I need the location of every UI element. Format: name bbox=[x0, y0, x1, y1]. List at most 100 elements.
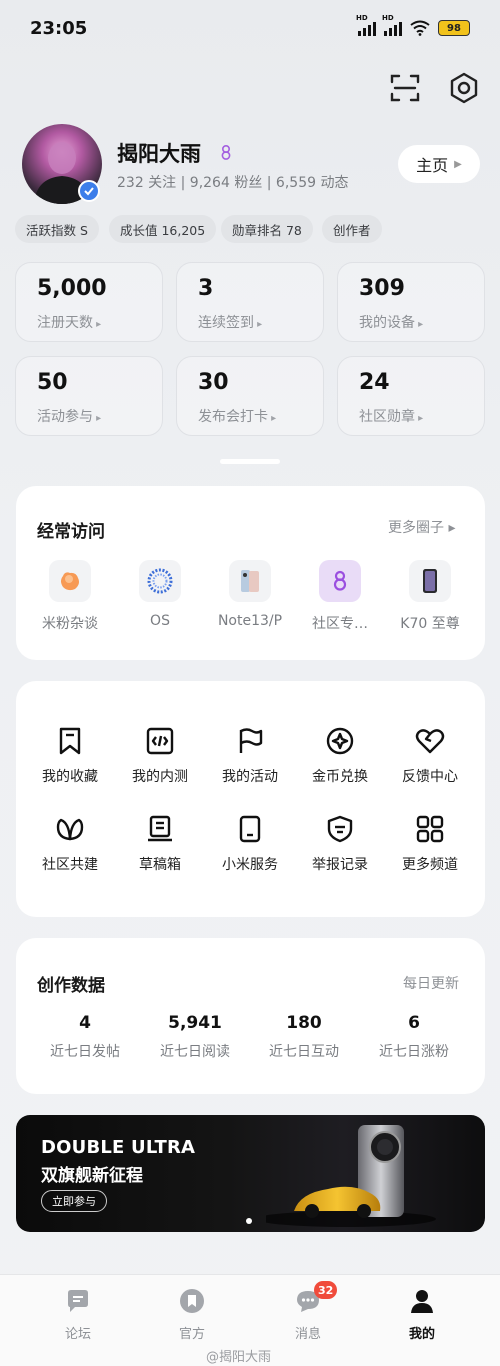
draft-icon bbox=[143, 812, 177, 846]
creation-label: 近七日发帖 bbox=[50, 1044, 120, 1060]
functions-card bbox=[16, 681, 485, 917]
creation-value: 6 bbox=[408, 1013, 420, 1033]
scan-button[interactable] bbox=[387, 70, 423, 106]
k70-phone-icon bbox=[409, 560, 451, 602]
forum-icon bbox=[64, 1287, 92, 1315]
nav-label: 我的 bbox=[408, 1327, 435, 1342]
fn-feedback[interactable]: 反馈中心 bbox=[385, 724, 475, 786]
circle-label: OS bbox=[150, 613, 170, 629]
nav-mine[interactable]: 我的 bbox=[382, 1287, 462, 1342]
fn-community-build[interactable]: 社区共建 bbox=[25, 812, 115, 874]
level-icon bbox=[221, 144, 231, 160]
nav-official[interactable]: 官方 bbox=[152, 1287, 232, 1342]
fn-label: 反馈中心 bbox=[402, 769, 458, 785]
scan-icon bbox=[390, 74, 420, 102]
creation-interactions[interactable]: 180 近七日互动 bbox=[249, 1013, 359, 1061]
frequent-visits-title: 经常访问 bbox=[37, 522, 105, 542]
fn-label: 我的内测 bbox=[132, 769, 188, 785]
follow-counts[interactable]: 232 关注 | 9,264 粉丝 | 6,559 动态 bbox=[117, 172, 348, 192]
stat-label: 活动参与 bbox=[37, 406, 101, 426]
signal-icon: HD bbox=[356, 14, 376, 36]
coin-icon bbox=[323, 724, 357, 758]
creation-followers[interactable]: 6 近七日涨粉 bbox=[359, 1013, 469, 1061]
stat-medals[interactable]: 24 社区勋章 bbox=[337, 356, 485, 436]
banner-product-image bbox=[266, 1125, 436, 1227]
circle-label: 社区专… bbox=[312, 616, 368, 632]
battery-icon: 98 bbox=[438, 20, 470, 36]
stat-value: 30 bbox=[198, 370, 229, 395]
banner-headline: DOUBLE ULTRA bbox=[41, 1137, 196, 1158]
tag-activity[interactable]: 活跃指数 S bbox=[15, 215, 99, 243]
signal-icon-2: HD bbox=[382, 14, 402, 36]
home-button[interactable]: 主页 ▶ bbox=[398, 145, 480, 183]
promo-banner[interactable]: DOUBLE ULTRA 双旗舰新征程 立即参与 bbox=[16, 1115, 485, 1232]
community-icon bbox=[319, 560, 361, 602]
creation-posts[interactable]: 4 近七日发帖 bbox=[30, 1013, 140, 1061]
tag-growth[interactable]: 成长值 16,205 bbox=[109, 215, 217, 243]
circle-item-mifen[interactable]: 米粉杂谈 bbox=[30, 560, 110, 633]
stat-checkin[interactable]: 3 连续签到 bbox=[176, 262, 324, 342]
fn-report-records[interactable]: 举报记录 bbox=[295, 812, 385, 874]
fn-drafts[interactable]: 草稿箱 bbox=[115, 812, 205, 874]
stat-value: 309 bbox=[359, 276, 405, 301]
stat-value: 24 bbox=[359, 370, 390, 395]
circle-item-os[interactable]: OS bbox=[120, 560, 200, 629]
creation-value: 180 bbox=[286, 1013, 322, 1033]
nav-label: 官方 bbox=[178, 1327, 205, 1342]
daily-update-label: 每日更新 bbox=[403, 976, 459, 992]
stat-label: 注册天数 bbox=[37, 312, 101, 332]
home-button-label: 主页 bbox=[416, 156, 449, 175]
unread-badge: 32 bbox=[314, 1281, 338, 1299]
nav-forum[interactable]: 论坛 bbox=[38, 1287, 118, 1342]
circle-item-community[interactable]: 社区专… bbox=[300, 560, 380, 633]
creation-label: 近七日涨粉 bbox=[379, 1044, 449, 1060]
creation-data-title: 创作数据 bbox=[37, 976, 105, 996]
heart-icon bbox=[413, 724, 447, 758]
leaf-icon bbox=[53, 812, 87, 846]
shield-icon bbox=[323, 812, 357, 846]
stat-value: 50 bbox=[37, 370, 68, 395]
fn-label: 我的收藏 bbox=[42, 769, 98, 785]
more-circles-link[interactable]: 更多圈子 ▸ bbox=[388, 517, 455, 537]
fn-label: 更多频道 bbox=[402, 857, 458, 873]
nav-label: 论坛 bbox=[64, 1327, 91, 1342]
flag-icon bbox=[233, 724, 267, 758]
banner-join-button[interactable]: 立即参与 bbox=[41, 1190, 107, 1212]
creation-value: 5,941 bbox=[168, 1013, 222, 1033]
user-name: 揭阳大雨 bbox=[117, 142, 201, 166]
tag-creator[interactable]: 创作者 bbox=[322, 215, 382, 243]
creation-reads[interactable]: 5,941 近七日阅读 bbox=[140, 1013, 250, 1061]
fn-favorites[interactable]: 我的收藏 bbox=[25, 724, 115, 786]
stat-activities[interactable]: 50 活动参与 bbox=[15, 356, 163, 436]
circle-label: K70 至尊 bbox=[400, 616, 460, 632]
device-icon bbox=[233, 812, 267, 846]
stat-launch-checkin[interactable]: 30 发布会打卡 bbox=[176, 356, 324, 436]
chevron-right-icon: ▶ bbox=[454, 158, 462, 170]
nav-label: 消息 bbox=[294, 1327, 321, 1342]
tag-medal-rank[interactable]: 勋章排名 78 bbox=[221, 215, 313, 243]
weibo-watermark: @揭阳大雨 bbox=[206, 1350, 272, 1365]
circle-item-k70[interactable]: K70 至尊 bbox=[390, 560, 470, 633]
stat-devices[interactable]: 309 我的设备 bbox=[337, 262, 485, 342]
stat-value: 3 bbox=[198, 276, 214, 301]
creation-label: 近七日阅读 bbox=[160, 1044, 230, 1060]
fn-label: 小米服务 bbox=[222, 857, 278, 873]
bookmark-icon bbox=[53, 724, 87, 758]
stat-register-days[interactable]: 5,000 注册天数 bbox=[15, 262, 163, 342]
drag-handle[interactable] bbox=[220, 459, 280, 464]
circle-label: Note13/P bbox=[217, 613, 283, 629]
fn-more-channels[interactable]: 更多频道 bbox=[385, 812, 475, 874]
circle-item-note13[interactable]: Note13/P bbox=[210, 560, 290, 629]
official-icon bbox=[178, 1287, 206, 1315]
fn-xiaomi-service[interactable]: 小米服务 bbox=[205, 812, 295, 874]
fn-beta[interactable]: 我的内测 bbox=[115, 724, 205, 786]
profile-icon bbox=[408, 1287, 436, 1315]
fn-label: 我的活动 bbox=[222, 769, 278, 785]
fn-coin-exchange[interactable]: 金币兑换 bbox=[295, 724, 385, 786]
fn-label: 社区共建 bbox=[42, 857, 98, 873]
stat-value: 5,000 bbox=[37, 276, 107, 301]
settings-button[interactable] bbox=[446, 70, 482, 106]
nav-messages[interactable]: 32 消息 bbox=[268, 1281, 348, 1342]
fn-label: 举报记录 bbox=[312, 857, 368, 873]
fn-activities[interactable]: 我的活动 bbox=[205, 724, 295, 786]
